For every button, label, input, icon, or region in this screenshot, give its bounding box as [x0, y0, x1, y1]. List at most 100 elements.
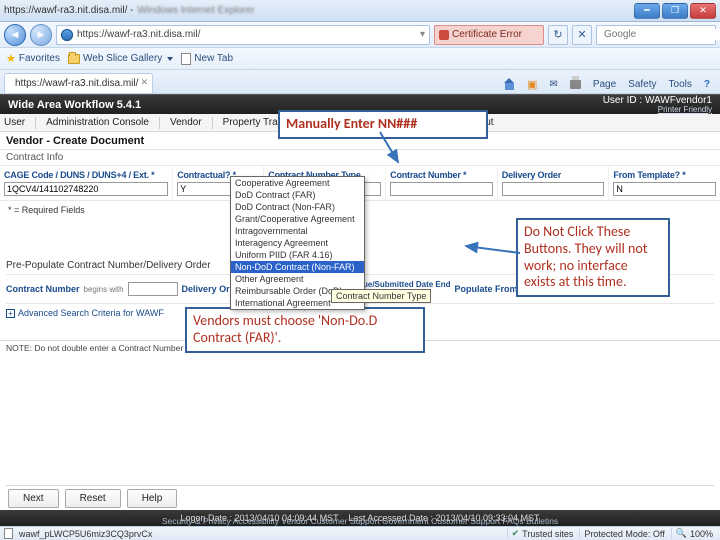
tab-title: https://wawf-ra3.nit.disa.mil/: [15, 78, 138, 89]
browser-tab[interactable]: https://wawf-ra3.nit.disa.mil/ ✕: [4, 73, 153, 93]
help-icon[interactable]: ?: [704, 79, 710, 90]
safety-menu[interactable]: Safety: [628, 79, 656, 90]
last-accessed-value: 2013/04/10 09:33:04 MST: [435, 513, 539, 523]
dropdown-option[interactable]: Uniform PIID (FAR 4.16): [231, 249, 364, 261]
contract-number-label: Contract Number *: [390, 170, 493, 180]
browser-search-input[interactable]: [604, 29, 720, 40]
command-bar: ▣ ✉ Page Safety Tools ?: [504, 78, 716, 93]
document-icon: [4, 528, 13, 539]
window-title-app: Windows Internet Explorer: [137, 5, 254, 16]
tab-strip: https://wawf-ra3.nit.disa.mil/ ✕ ▣ ✉ Pag…: [0, 70, 720, 94]
zoom-minus-icon[interactable]: 🔍: [676, 528, 687, 539]
new-tab-link[interactable]: New Tab: [181, 53, 233, 65]
page-icon: [181, 53, 191, 65]
protected-mode-label: Protected Mode: Off: [584, 529, 664, 539]
nav-back-button[interactable]: ◄: [4, 24, 26, 46]
address-dropdown-icon[interactable]: ▾: [420, 29, 425, 40]
contractual-value: Y: [180, 184, 186, 194]
callout-vendor-choice: Vendors must choose 'Non-Do.D Contract (…: [185, 307, 425, 353]
refresh-button[interactable]: ↻: [548, 25, 568, 45]
web-slice-gallery-link[interactable]: Web Slice Gallery: [68, 53, 173, 64]
browser-status-bar: wawf_pLWCP5U6miz3CQ3prvCx ✔Trusted sites…: [0, 526, 720, 540]
folder-icon: [68, 54, 80, 64]
callout-do-not-click: Do Not Click These Buttons. They will no…: [516, 218, 670, 297]
home-icon[interactable]: [504, 80, 515, 90]
section-contract-info: Contract Info: [0, 150, 720, 165]
dropdown-option[interactable]: DoD Contract (Non-FAR): [231, 201, 364, 213]
trusted-sites-label: Trusted sites: [522, 529, 573, 539]
certificate-error-badge[interactable]: Certificate Error: [434, 25, 544, 45]
window-close-button[interactable]: ✕: [690, 3, 716, 19]
app-footer: Logon Date : 2013/04/10 04:09:44 MST Las…: [0, 510, 720, 526]
globe-icon: [61, 29, 73, 41]
feeds-icon[interactable]: ▣: [527, 78, 537, 91]
next-button[interactable]: Next: [8, 489, 59, 508]
nav-forward-button[interactable]: ►: [30, 24, 52, 46]
chevron-down-icon: [167, 57, 173, 61]
star-icon: ★: [6, 52, 16, 65]
favorites-button[interactable]: ★ Favorites: [6, 52, 60, 65]
dropdown-tooltip: Contract Number Type: [331, 289, 431, 303]
status-document-name: wawf_pLWCP5U6miz3CQ3prvCx: [19, 529, 152, 539]
user-id-label: User ID :: [603, 95, 645, 106]
zoom-control[interactable]: 🔍100%: [671, 528, 716, 539]
from-template-value: N: [616, 184, 623, 194]
contract-number-input[interactable]: [390, 182, 493, 196]
gallery-label: Web Slice Gallery: [83, 53, 162, 64]
address-bar[interactable]: https://wawf-ra3.nit.disa.mil/ ▾: [56, 25, 430, 45]
browser-search-box[interactable]: [596, 25, 716, 45]
dropdown-option[interactable]: Other Agreement: [231, 273, 364, 285]
menu-user[interactable]: User: [4, 117, 25, 128]
dropdown-option[interactable]: Cooperative Agreement: [231, 177, 364, 189]
expand-icon: +: [6, 309, 15, 318]
from-template-label: From Template? *: [613, 170, 716, 180]
shield-icon: [439, 30, 449, 40]
cage-select[interactable]: 1QCV4/141102748220: [4, 182, 168, 196]
dropdown-option[interactable]: Interagency Agreement: [231, 237, 364, 249]
dropdown-option[interactable]: Intragovernmental: [231, 225, 364, 237]
window-minimize-button[interactable]: ━: [634, 3, 660, 19]
form-button-bar: Next Reset Help: [8, 489, 177, 508]
logon-date-label: Logon Date :: [180, 513, 234, 523]
pp-contract-number-input[interactable]: [128, 282, 178, 296]
contract-type-dropdown[interactable]: Cooperative AgreementDoD Contract (FAR)D…: [230, 176, 365, 310]
favorites-label: Favorites: [19, 53, 60, 64]
dropdown-option[interactable]: Non-DoD Contract (Non-FAR): [231, 261, 364, 273]
reset-button[interactable]: Reset: [65, 489, 121, 508]
printer-icon[interactable]: [570, 80, 581, 89]
menu-admin-console[interactable]: Administration Console: [46, 117, 149, 128]
window-title: https://wawf-ra3.nit.disa.mil/ -: [4, 5, 133, 16]
pp-issue-end-label: Issue/Submitted Date End: [352, 280, 451, 289]
printer-friendly-link[interactable]: Printer Friendly: [658, 105, 712, 114]
page-menu[interactable]: Page: [593, 79, 616, 90]
internet-zone[interactable]: ✔Trusted sites: [507, 528, 574, 539]
cage-value: 1QCV4/141102748220: [7, 184, 98, 194]
stop-button[interactable]: ✕: [572, 25, 592, 45]
dropdown-option[interactable]: DoD Contract (FAR): [231, 189, 364, 201]
address-text: https://wawf-ra3.nit.disa.mil/: [77, 29, 200, 40]
delivery-order-label: Delivery Order: [502, 170, 605, 180]
address-bar-row: ◄ ► https://wawf-ra3.nit.disa.mil/ ▾ Cer…: [0, 22, 720, 48]
app-title: Wide Area Workflow 5.4.1: [8, 99, 141, 111]
favorites-bar: ★ Favorites Web Slice Gallery New Tab: [0, 48, 720, 70]
delivery-order-input[interactable]: [502, 182, 605, 196]
mail-icon[interactable]: ✉: [549, 79, 557, 90]
divider: [6, 485, 714, 486]
tab-close-button[interactable]: ✕: [138, 76, 150, 88]
from-template-select[interactable]: N: [613, 182, 716, 196]
newtab-label: New Tab: [194, 53, 233, 64]
logon-date-value: 2013/04/10 04:09:44 MST: [234, 513, 338, 523]
pp-contract-number-label: Contract Number: [6, 284, 80, 294]
dropdown-option[interactable]: Grant/Cooperative Agreement: [231, 213, 364, 225]
callout-manual-entry: Manually Enter NN###: [278, 110, 488, 139]
cage-label: CAGE Code / DUNS / DUNS+4 / Ext. *: [4, 170, 168, 180]
zoom-value: 100%: [690, 529, 713, 539]
pp-cn-hint: begins with: [84, 285, 124, 294]
populate-from-label: Populate From: [455, 284, 518, 294]
window-titlebar: https://wawf-ra3.nit.disa.mil/ - Windows…: [0, 0, 720, 22]
protected-mode: Protected Mode: Off: [579, 529, 664, 539]
window-maximize-button[interactable]: ❐: [662, 3, 688, 19]
menu-vendor[interactable]: Vendor: [170, 117, 202, 128]
help-button[interactable]: Help: [127, 489, 178, 508]
tools-menu[interactable]: Tools: [669, 79, 692, 90]
